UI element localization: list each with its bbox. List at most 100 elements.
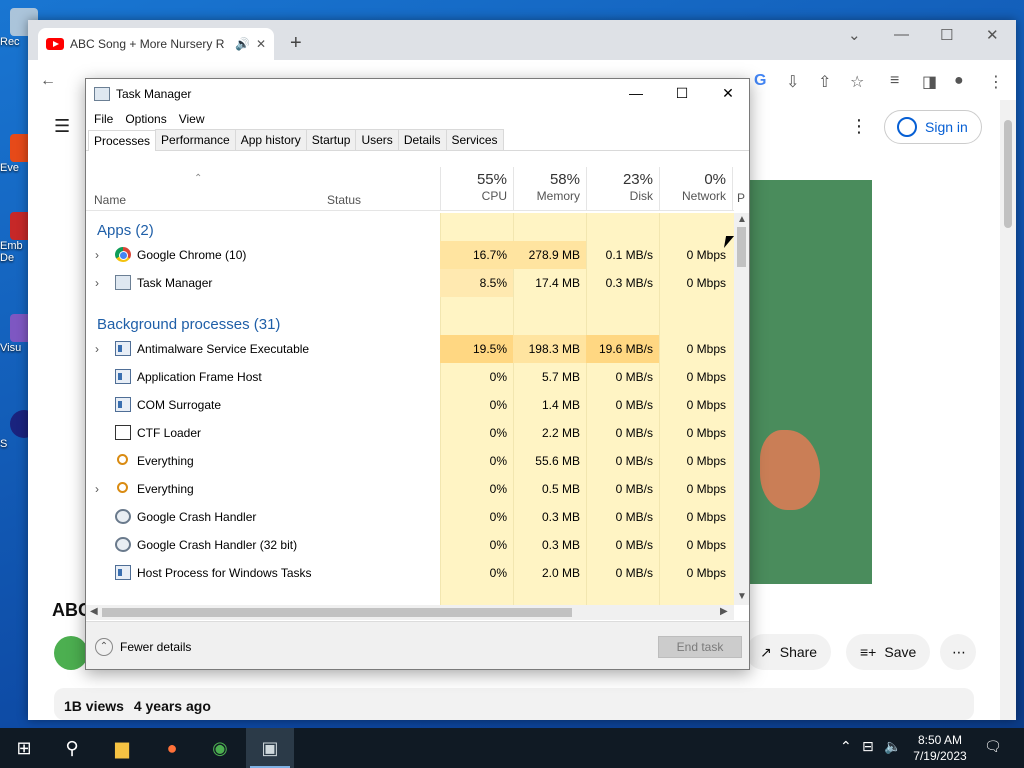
- end-task-button[interactable]: End task: [658, 636, 742, 658]
- chevron-up-circle-icon[interactable]: ⌃: [95, 638, 113, 656]
- expand-chevron-icon[interactable]: ›: [95, 241, 99, 269]
- close-icon[interactable]: ✕: [986, 26, 999, 44]
- desktop-icon-label: Rec: [0, 36, 20, 48]
- table-row[interactable]: › Google Chrome (10) 16.7% 278.9 MB 0.1 MB/s…: [86, 241, 734, 269]
- process-name: Google Chrome (10): [137, 248, 247, 262]
- minimize-icon[interactable]: —: [626, 85, 646, 101]
- save-button[interactable]: ≡+ Save: [846, 634, 931, 670]
- process-vertical-scrollbar[interactable]: ▲ ▼: [734, 213, 749, 605]
- video-player[interactable]: [750, 180, 872, 584]
- tab-close-icon[interactable]: ✕: [256, 37, 266, 51]
- side-panel-icon[interactable]: ◨: [922, 72, 937, 92]
- hamburger-menu-icon[interactable]: ☰: [54, 116, 70, 137]
- google-icon[interactable]: G: [754, 72, 766, 90]
- desktop-icon-label: Eve: [0, 162, 19, 174]
- chrome-taskbar-icon[interactable]: ◉: [206, 734, 234, 762]
- windows-start-icon[interactable]: ⊞: [10, 734, 38, 762]
- tab-bar: Processes Performance App history Startu…: [86, 129, 749, 151]
- process-horizontal-scrollbar[interactable]: ◀ ▶: [86, 605, 734, 620]
- table-row[interactable]: › Antimalware Service Executable 19.5% 198.…: [86, 335, 734, 363]
- profile-icon[interactable]: ●: [954, 72, 964, 90]
- chrome-menu-icon[interactable]: ⋮: [988, 72, 1004, 92]
- firefox-icon[interactable]: ●: [158, 734, 186, 762]
- menu-file[interactable]: File: [94, 112, 113, 126]
- taskbar: ⊞ ⚲ ▆ ● ◉ ▣ ⌃ ⊟ 🔈 8:50 AM 7/19/2023 🗨: [0, 728, 1024, 768]
- column-status[interactable]: Status: [327, 193, 361, 207]
- table-row[interactable]: CTF Loader 0% 2.2 MB 0 MB/s 0 Mbps: [86, 419, 734, 447]
- table-row[interactable]: Application Frame Host 0% 5.7 MB 0 MB/s 0 Mb…: [86, 363, 734, 391]
- fewer-details-link[interactable]: Fewer details: [120, 640, 191, 654]
- scroll-down-icon[interactable]: ▼: [737, 591, 747, 602]
- column-name[interactable]: Name: [94, 193, 126, 207]
- title-bar[interactable]: Task Manager: [86, 79, 749, 109]
- file-explorer-icon[interactable]: ▆: [108, 734, 136, 762]
- column-disk[interactable]: 23% Disk: [586, 167, 659, 211]
- tab-details[interactable]: Details: [397, 129, 447, 150]
- notifications-icon[interactable]: 🗨: [984, 738, 1002, 755]
- expand-chevron-icon[interactable]: ›: [95, 475, 99, 503]
- page-scrollbar[interactable]: [1000, 100, 1016, 720]
- process-net-cell: 0 Mbps: [686, 370, 726, 384]
- process-disk-cell: 0.3 MB/s: [605, 276, 653, 290]
- table-row[interactable]: › Everything 0% 0.5 MB 0 MB/s 0 Mbps: [86, 475, 734, 503]
- table-row[interactable]: Google Crash Handler 0% 0.3 MB 0 MB/s 0 Mbps: [86, 503, 734, 531]
- more-actions-button[interactable]: ⋯: [940, 634, 976, 670]
- install-icon[interactable]: ⇩: [786, 72, 799, 92]
- tab-users[interactable]: Users: [355, 129, 399, 150]
- search-icon[interactable]: ⚲: [58, 734, 86, 762]
- network-icon[interactable]: ⊟: [862, 738, 874, 755]
- speaker-icon[interactable]: 🔊: [235, 37, 250, 51]
- channel-avatar[interactable]: [54, 636, 88, 670]
- scrollbar-thumb[interactable]: [737, 227, 746, 267]
- minimize-icon[interactable]: —: [894, 26, 909, 43]
- process-mem-cell: 55.6 MB: [535, 454, 580, 468]
- task-manager-taskbar-item[interactable]: ▣: [246, 728, 294, 768]
- close-icon[interactable]: ✕: [718, 85, 738, 102]
- tab-search-icon[interactable]: ⌄: [848, 26, 861, 44]
- tab-performance[interactable]: Performance: [155, 129, 236, 150]
- tray-chevron-icon[interactable]: ⌃: [840, 738, 852, 755]
- process-name: Host Process for Windows Tasks: [137, 566, 312, 580]
- maximize-icon[interactable]: ☐: [940, 26, 953, 44]
- menu-options[interactable]: Options: [125, 112, 166, 126]
- process-net-cell: 0 Mbps: [686, 398, 726, 412]
- scroll-up-icon[interactable]: ▲: [737, 214, 747, 225]
- tab-app-history[interactable]: App history: [234, 129, 307, 150]
- more-options-icon[interactable]: ⋮: [850, 116, 868, 137]
- table-row[interactable]: Google Crash Handler (32 bit) 0% 0.3 MB 0 M…: [86, 531, 734, 559]
- process-cpu-cell: 0%: [489, 538, 507, 552]
- media-controls-icon[interactable]: ≡: [890, 72, 899, 90]
- save-label: Save: [884, 644, 917, 660]
- column-network[interactable]: 0% Network: [659, 167, 732, 211]
- share-button[interactable]: ↗ Share: [746, 634, 832, 670]
- scroll-left-icon[interactable]: ◀: [90, 606, 98, 617]
- process-mem-cell: 278.9 MB: [513, 241, 586, 269]
- bookmark-star-icon[interactable]: ☆: [850, 72, 864, 92]
- browser-tab[interactable]: ABC Song + More Nursery R 🔊 ✕: [38, 28, 274, 60]
- scroll-right-icon[interactable]: ▶: [720, 606, 728, 617]
- expand-chevron-icon[interactable]: ›: [95, 335, 99, 363]
- scrollbar-thumb[interactable]: [102, 608, 572, 617]
- new-tab-icon[interactable]: +: [290, 32, 302, 55]
- sign-in-button[interactable]: Sign in: [884, 110, 982, 144]
- column-memory[interactable]: 58% Memory: [513, 167, 586, 211]
- table-row[interactable]: Everything 0% 55.6 MB 0 MB/s 0 Mbps: [86, 447, 734, 475]
- expand-chevron-icon[interactable]: ›: [95, 269, 99, 297]
- process-net-cell: 0 Mbps: [686, 342, 726, 356]
- clock[interactable]: 8:50 AM 7/19/2023: [905, 732, 975, 764]
- table-row[interactable]: Host Process for Windows Tasks 0% 2.0 MB 0 …: [86, 559, 734, 587]
- share-page-icon[interactable]: ⇧: [818, 72, 831, 92]
- scrollbar-thumb[interactable]: [1004, 120, 1012, 228]
- tab-processes[interactable]: Processes: [88, 130, 157, 151]
- table-row[interactable]: COM Surrogate 0% 1.4 MB 0 MB/s 0 Mbps: [86, 391, 734, 419]
- back-icon[interactable]: ←: [40, 72, 56, 90]
- tab-startup[interactable]: Startup: [305, 129, 357, 150]
- menu-view[interactable]: View: [179, 112, 205, 126]
- volume-muted-icon[interactable]: 🔈: [884, 738, 901, 755]
- description-box[interactable]: 1B views 4 years ago: [54, 688, 974, 720]
- table-row[interactable]: › Task Manager 8.5% 17.4 MB 0.3 MB/s 0 Mbps: [86, 269, 734, 297]
- column-cpu[interactable]: 55% CPU: [440, 167, 513, 211]
- tab-services[interactable]: Services: [445, 129, 504, 150]
- column-power-partial[interactable]: P: [732, 167, 745, 211]
- maximize-icon[interactable]: ☐: [672, 85, 692, 102]
